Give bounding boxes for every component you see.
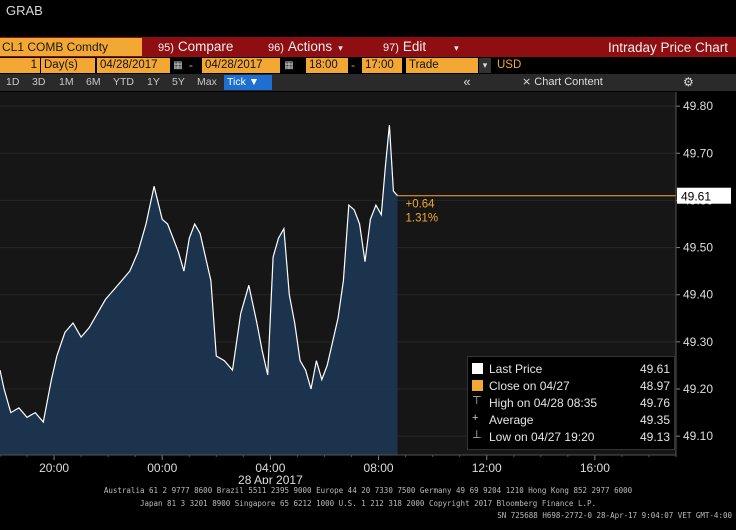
- actions-label: Actions: [287, 39, 333, 54]
- x-axis-date-label: 28 Apr 2017: [238, 473, 303, 484]
- change-annotation: +0.64: [405, 199, 435, 211]
- y-tick-label: 49.20: [683, 382, 713, 396]
- tf-3d[interactable]: 3D: [29, 75, 48, 90]
- start-date-field[interactable]: 04/28/2017: [97, 58, 170, 73]
- chart-content-icon: ⨯: [522, 76, 535, 88]
- end-time-field[interactable]: 17:00: [362, 58, 402, 73]
- edit-caret-icon: ▾: [454, 43, 459, 53]
- legend-low-label: Low on 04/27 19:20: [489, 430, 595, 444]
- y-tick-label: 49.80: [683, 99, 713, 113]
- date-separator: -: [189, 58, 193, 72]
- tf-5y[interactable]: 5Y: [169, 75, 188, 90]
- y-tick-label: 49.10: [683, 429, 713, 443]
- collapse-panel-icon[interactable]: «: [452, 74, 482, 91]
- gear-icon[interactable]: ⚙: [683, 74, 694, 91]
- legend-last-price-value: 49.61: [639, 362, 670, 376]
- low-marker-icon: ⊥: [472, 429, 482, 441]
- chart-content-label: Chart Content: [534, 76, 603, 88]
- x-tick-label: 16:00: [580, 461, 610, 475]
- field-dropdown-icon[interactable]: ▾: [479, 58, 491, 73]
- legend-average-label: Average: [489, 413, 534, 427]
- chart-title: Intraday Price Chart: [607, 40, 728, 55]
- field-select[interactable]: Trade: [406, 58, 478, 73]
- legend-average: + Average 49.35: [472, 412, 670, 428]
- footer-copyright: Japan 81 3 3201 8900 Singapore 65 6212 1…: [139, 499, 597, 508]
- close-swatch-icon: [472, 380, 483, 391]
- compare-label: Compare: [177, 39, 234, 54]
- y-tick-label: 49.70: [683, 146, 713, 160]
- x-tick-label: 20:00: [39, 461, 69, 475]
- actions-caret-icon: ▾: [338, 43, 343, 53]
- ticker-field[interactable]: CL1 COMB Comdty: [0, 38, 142, 56]
- average-marker-icon: +: [472, 412, 479, 424]
- legend-average-value: 49.35: [639, 413, 670, 427]
- days-unit-field[interactable]: Day(s): [41, 58, 95, 73]
- legend-low: ⊥ Low on 04/27 19:20 49.13: [472, 429, 670, 445]
- end-calendar-icon[interactable]: ▦: [283, 58, 295, 73]
- legend-low-value: 49.13: [639, 430, 670, 444]
- end-date-field[interactable]: 04/28/2017: [202, 58, 280, 73]
- legend-panel: Last Price 49.61 Close on 04/27 48.97 ⊤ …: [467, 356, 675, 450]
- x-tick-label: 12:00: [472, 461, 502, 475]
- start-calendar-icon[interactable]: ▦: [172, 58, 184, 73]
- legend-high-label: High on 04/28 08:35: [489, 396, 598, 410]
- legend-high-value: 49.76: [639, 396, 670, 410]
- x-tick-label: 00:00: [147, 461, 177, 475]
- x-tick-label: 08:00: [364, 461, 394, 475]
- start-time-field[interactable]: 18:00: [306, 58, 348, 73]
- actions-menu[interactable]: 96) Actions ▾: [268, 38, 343, 56]
- actions-num: 96): [268, 42, 284, 54]
- footer-serial: SN 725688 H698-2772-0 28-Apr-17 9:04:07 …: [497, 511, 732, 520]
- y-tick-label: 49.50: [683, 241, 713, 255]
- last-price-swatch-icon: [472, 363, 483, 374]
- legend-close-value: 48.97: [639, 379, 670, 393]
- legend-last-price-label: Last Price: [489, 362, 543, 376]
- y-tick-label: 49.40: [683, 288, 713, 302]
- y-tick-label: 49.30: [683, 335, 713, 349]
- chart-content-button[interactable]: ⨯ Chart Content: [522, 74, 603, 91]
- time-separator: -: [351, 58, 355, 72]
- legend-high: ⊤ High on 04/28 08:35 49.76: [472, 395, 670, 411]
- legend-close-label: Close on 04/27: [489, 379, 570, 393]
- tf-max[interactable]: Max: [194, 75, 220, 90]
- high-marker-icon: ⊤: [472, 395, 482, 407]
- tf-1d[interactable]: 1D: [3, 75, 22, 90]
- tick-button[interactable]: Tick ▼: [224, 75, 272, 90]
- last-price-tag-label: 49.61: [681, 190, 711, 204]
- edit-menu[interactable]: 97) Edit ▾: [383, 38, 459, 56]
- edit-num: 97): [383, 42, 399, 54]
- edit-label: Edit: [402, 39, 427, 54]
- tf-6m[interactable]: 6M: [83, 75, 104, 90]
- days-value-field[interactable]: 1: [0, 58, 40, 73]
- currency-label: USD: [497, 59, 522, 71]
- percent-annotation: 1.31%: [405, 213, 438, 225]
- legend-last-price: Last Price 49.61: [472, 361, 670, 377]
- compare-menu[interactable]: 95) Compare: [158, 38, 233, 56]
- legend-close: Close on 04/27 48.97: [472, 378, 670, 394]
- tf-1y[interactable]: 1Y: [144, 75, 163, 90]
- window-title: GRAB: [6, 3, 43, 18]
- compare-num: 95): [158, 42, 174, 54]
- footer-contacts: Australia 61 2 9777 8600 Brazil 5511 239…: [103, 486, 633, 495]
- tf-ytd[interactable]: YTD: [110, 75, 137, 90]
- tf-1m[interactable]: 1M: [56, 75, 77, 90]
